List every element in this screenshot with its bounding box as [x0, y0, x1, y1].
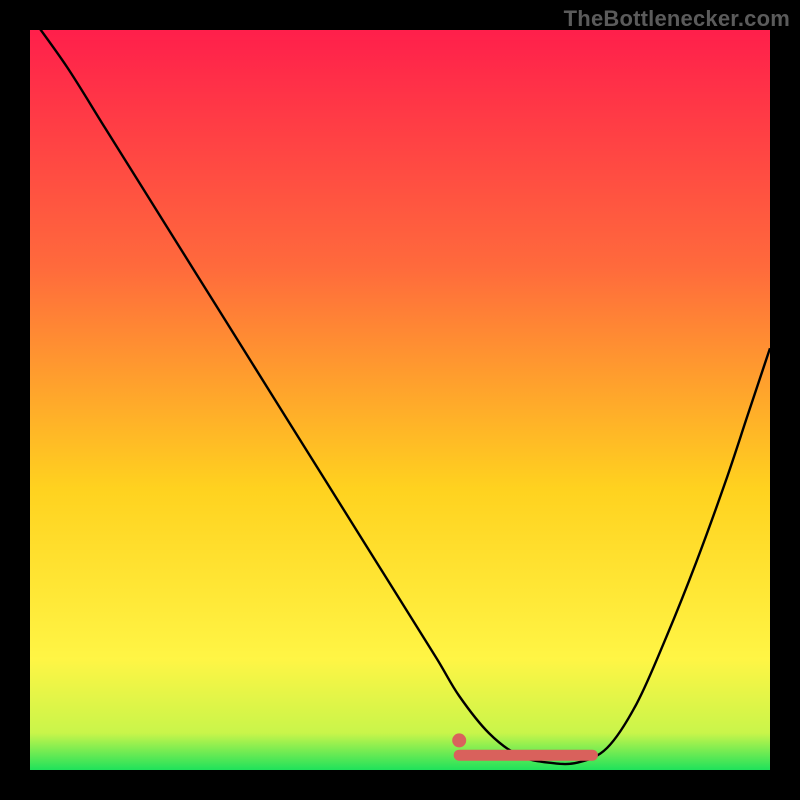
chart-svg [30, 30, 770, 770]
watermark-text: TheBottlenecker.com [564, 6, 790, 32]
plot-area [30, 30, 770, 770]
marker-point [452, 733, 466, 747]
gradient-background [30, 30, 770, 770]
chart-frame: TheBottlenecker.com [0, 0, 800, 800]
